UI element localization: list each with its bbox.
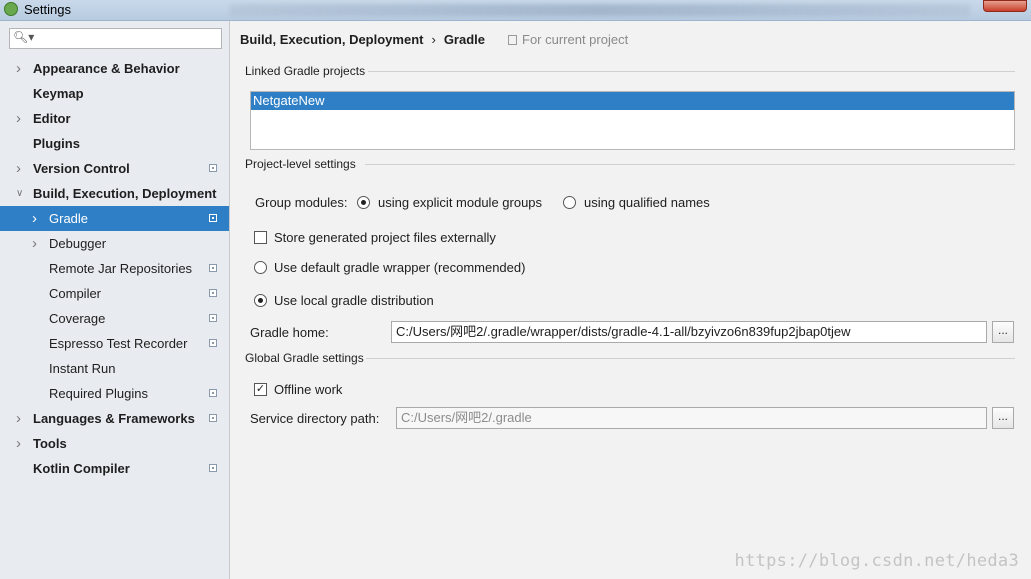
sidebar-item-label: Build, Execution, Deployment: [33, 186, 217, 201]
group-qualified-label[interactable]: using qualified names: [584, 195, 710, 210]
sidebar-item-label: Instant Run: [49, 361, 116, 376]
project-scope-icon: [209, 414, 217, 422]
project-scope-icon: [209, 264, 217, 272]
breadcrumb-current: Gradle: [443, 32, 485, 47]
sidebar-item-label: Languages & Frameworks: [33, 411, 195, 426]
sidebar-item-label: Coverage: [49, 311, 106, 326]
sidebar-item-label: Compiler: [49, 286, 102, 301]
service-dir-browse-button[interactable]: ...: [992, 407, 1014, 429]
sidebar-item-kotlin-compiler[interactable]: Kotlin Compiler: [0, 456, 229, 481]
sidebar-item-label: Espresso Test Recorder: [49, 336, 188, 351]
sidebar-item-label: Editor: [33, 111, 71, 126]
linked-projects-list[interactable]: NetgateNew: [250, 91, 1015, 150]
sidebar-item-languages-frameworks[interactable]: › Languages & Frameworks: [0, 406, 229, 431]
default-wrapper-radio[interactable]: [254, 261, 267, 274]
divider: [365, 164, 1015, 165]
gradle-home-input[interactable]: C:/Users/网吧2/.gradle/wrapper/dists/gradl…: [391, 321, 987, 343]
divider: [366, 358, 1015, 359]
sidebar-item-editor[interactable]: › Editor: [0, 106, 229, 131]
gradle-home-browse-button[interactable]: ...: [992, 321, 1014, 343]
sidebar-item-appearance-behavior[interactable]: › Appearance & Behavior: [0, 56, 229, 81]
local-distribution-label[interactable]: Use local gradle distribution: [274, 293, 434, 308]
breadcrumb: Build, Execution, Deployment › Gradle: [240, 32, 485, 47]
project-scope-icon: [209, 214, 217, 222]
chevron-right-icon[interactable]: ›: [32, 231, 37, 256]
project-scope-icon: [209, 289, 217, 297]
linked-projects-title: Linked Gradle projects: [245, 64, 366, 78]
group-qualified-radio[interactable]: [563, 196, 576, 209]
close-window-button[interactable]: [983, 0, 1027, 12]
divider: [368, 71, 1015, 72]
sidebar-item-label: Remote Jar Repositories: [49, 261, 193, 276]
sidebar-item-label: Version Control: [33, 161, 130, 176]
blurred-background-window: [230, 4, 970, 16]
group-explicit-label[interactable]: using explicit module groups: [378, 195, 542, 210]
chevron-right-icon[interactable]: ›: [16, 56, 21, 81]
sidebar-item-tools[interactable]: › Tools: [0, 431, 229, 456]
sidebar-item-build-execution-deployment[interactable]: ∨ Build, Execution, Deployment: [0, 181, 229, 206]
scope-hint: For current project: [508, 32, 628, 47]
sidebar-item-label: Gradle: [49, 211, 89, 226]
project-scope-icon: [209, 314, 217, 322]
sidebar-item-label: Required Plugins: [49, 386, 149, 401]
global-settings-title: Global Gradle settings: [245, 351, 364, 365]
settings-sidebar: 🔍︎▾ › Appearance & Behavior Keymap › Editor P…: [0, 21, 230, 579]
scope-label: For current project: [522, 32, 629, 47]
group-modules-label: Group modules:: [255, 195, 348, 210]
sidebar-item-coverage[interactable]: Coverage: [0, 306, 229, 331]
project-scope-icon: [209, 464, 217, 472]
chevron-right-icon[interactable]: ›: [16, 431, 21, 456]
breadcrumb-separator: ›: [431, 32, 436, 47]
service-dir-label: Service directory path:: [250, 411, 380, 426]
sidebar-item-label: Debugger: [49, 236, 107, 251]
sidebar-item-debugger[interactable]: › Debugger: [0, 231, 229, 256]
store-external-label[interactable]: Store generated project files externally: [274, 230, 496, 245]
breadcrumb-parent[interactable]: Build, Execution, Deployment: [240, 32, 423, 47]
project-settings-title: Project-level settings: [245, 157, 356, 171]
group-explicit-radio[interactable]: [357, 196, 370, 209]
offline-work-label[interactable]: Offline work: [274, 382, 342, 397]
service-dir-input[interactable]: C:/Users/网吧2/.gradle: [396, 407, 987, 429]
project-scope-icon: [209, 164, 217, 172]
gradle-home-label: Gradle home:: [250, 325, 329, 340]
title-bar: Settings: [0, 0, 1031, 21]
chevron-down-icon[interactable]: ∨: [16, 181, 23, 206]
android-studio-icon: [4, 2, 18, 16]
sidebar-item-keymap[interactable]: Keymap: [0, 81, 229, 106]
chevron-right-icon[interactable]: ›: [16, 406, 21, 431]
project-scope-icon: [508, 35, 517, 45]
chevron-right-icon[interactable]: ›: [16, 156, 21, 181]
sidebar-item-instant-run[interactable]: Instant Run: [0, 356, 229, 381]
sidebar-item-remote-jar-repositories[interactable]: Remote Jar Repositories: [0, 256, 229, 281]
sidebar-item-espresso-test-recorder[interactable]: Espresso Test Recorder: [0, 331, 229, 356]
local-distribution-radio[interactable]: [254, 294, 267, 307]
watermark: https://blog.csdn.net/heda3: [734, 551, 1019, 571]
sidebar-item-gradle[interactable]: › Gradle: [0, 206, 229, 231]
sidebar-item-label: Plugins: [33, 136, 80, 151]
sidebar-item-version-control[interactable]: › Version Control: [0, 156, 229, 181]
chevron-right-icon[interactable]: ›: [16, 106, 21, 131]
sidebar-item-compiler[interactable]: Compiler: [0, 281, 229, 306]
default-wrapper-label[interactable]: Use default gradle wrapper (recommended): [274, 260, 525, 275]
chevron-right-icon[interactable]: ›: [32, 206, 37, 231]
project-scope-icon: [209, 389, 217, 397]
linked-project-item[interactable]: NetgateNew: [251, 92, 1014, 110]
sidebar-item-label: Appearance & Behavior: [33, 61, 180, 76]
window-title: Settings: [24, 2, 71, 17]
sidebar-item-label: Tools: [33, 436, 67, 451]
search-icon: 🔍︎▾: [13, 30, 35, 44]
gradle-settings-panel: Build, Execution, Deployment › Gradle For …: [230, 21, 1031, 579]
settings-search-input[interactable]: 🔍︎▾: [9, 28, 222, 49]
sidebar-item-plugins[interactable]: Plugins: [0, 131, 229, 156]
offline-work-checkbox[interactable]: ✓: [254, 383, 267, 396]
sidebar-item-required-plugins[interactable]: Required Plugins: [0, 381, 229, 406]
sidebar-item-label: Keymap: [33, 86, 84, 101]
settings-tree: › Appearance & Behavior Keymap › Editor Plugi…: [0, 56, 229, 481]
project-scope-icon: [209, 339, 217, 347]
sidebar-item-label: Kotlin Compiler: [33, 461, 130, 476]
store-external-checkbox[interactable]: [254, 231, 267, 244]
